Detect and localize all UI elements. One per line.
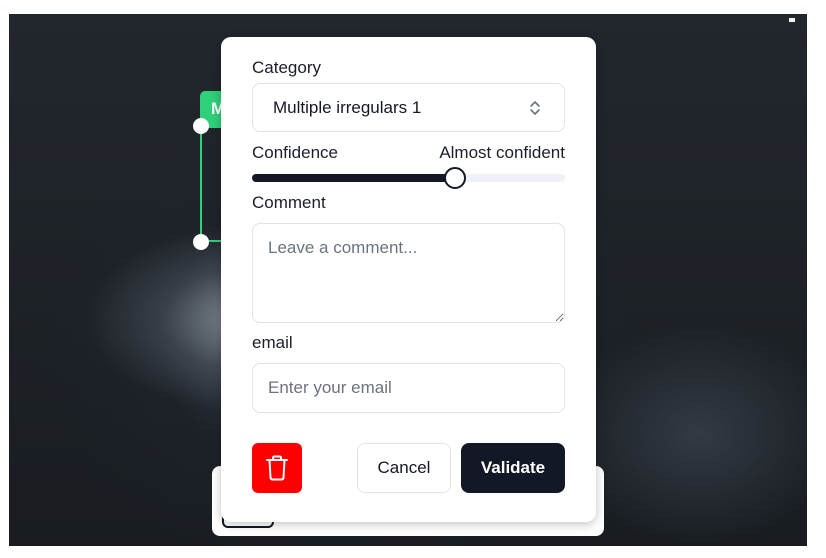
- confidence-label: Confidence: [252, 143, 339, 162]
- category-select-value: Multiple irregulars 1: [273, 98, 422, 117]
- corner-marker: [789, 18, 795, 22]
- resize-handle-top-left[interactable]: [193, 118, 209, 134]
- slider-fill: [252, 174, 456, 182]
- email-input[interactable]: [252, 363, 565, 413]
- cancel-button[interactable]: Cancel: [357, 443, 451, 493]
- comment-label: Comment: [252, 193, 326, 212]
- resize-handle-bottom-left[interactable]: [193, 234, 209, 250]
- validate-button[interactable]: Validate: [461, 443, 565, 493]
- category-select[interactable]: Multiple irregulars 1: [252, 83, 565, 132]
- comment-textarea[interactable]: [252, 223, 565, 323]
- annotation-dialog: Category Multiple irregulars 1 Confidenc…: [221, 37, 596, 522]
- slider-thumb[interactable]: [444, 167, 467, 189]
- email-label: email: [252, 333, 293, 352]
- confidence-slider[interactable]: [252, 167, 565, 189]
- delete-button[interactable]: [252, 443, 302, 493]
- category-label: Category: [252, 58, 321, 77]
- trash-icon: [266, 455, 288, 481]
- chevron-up-down-icon: [530, 101, 540, 115]
- confidence-value-text: Almost confident: [439, 143, 565, 162]
